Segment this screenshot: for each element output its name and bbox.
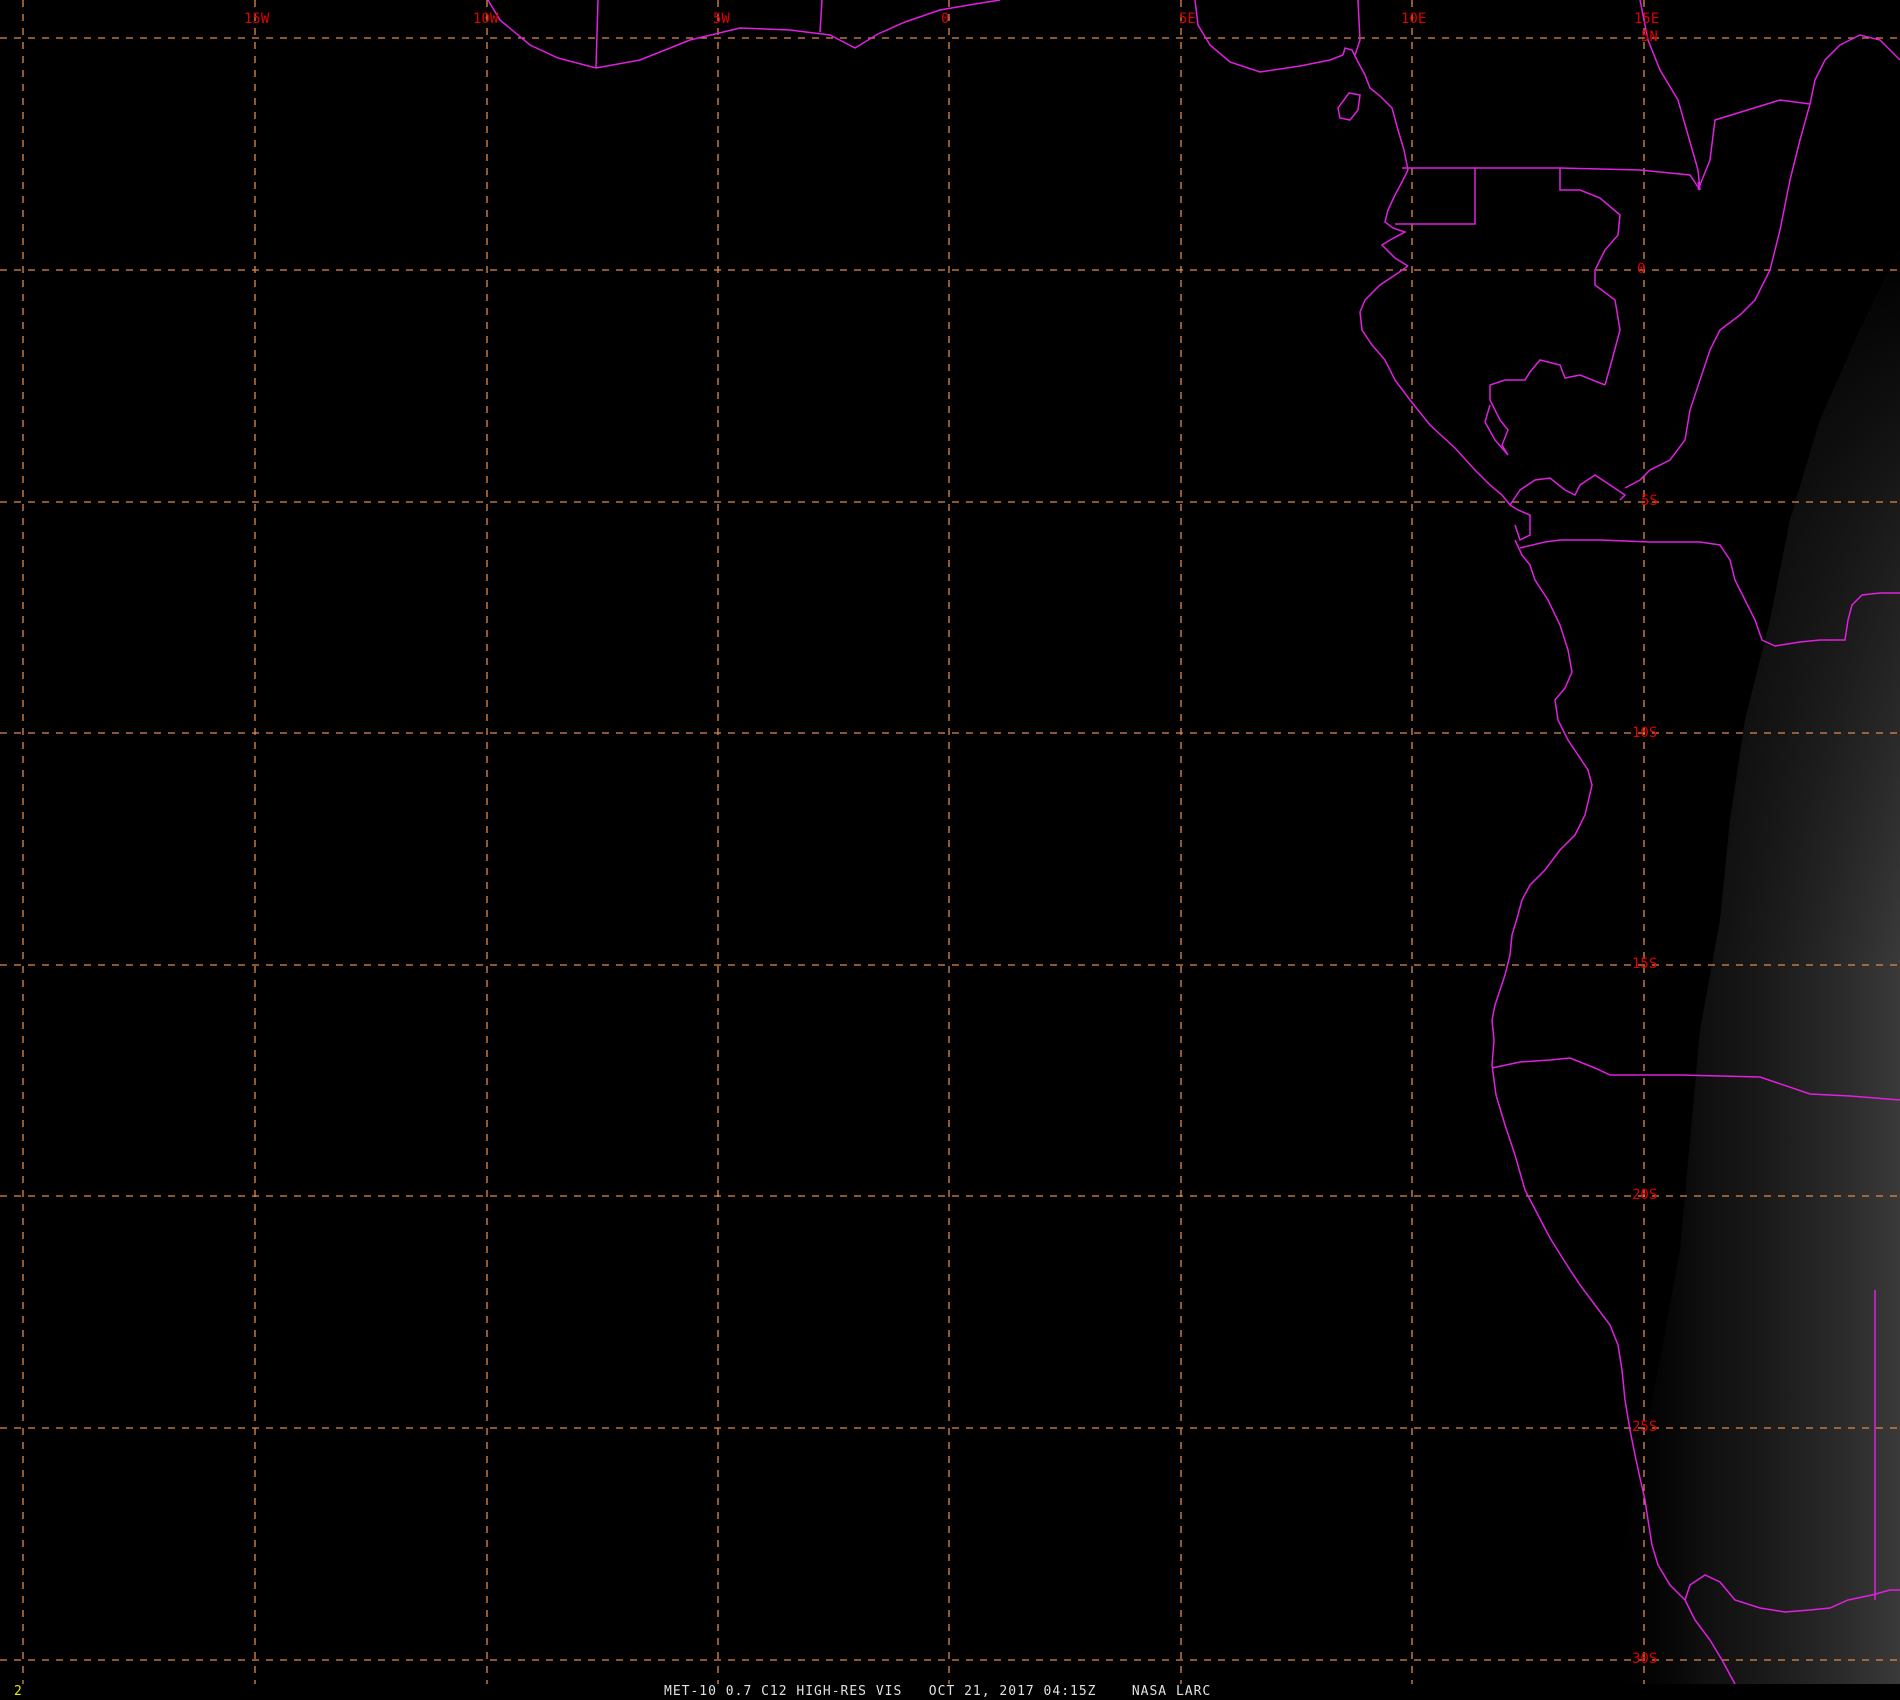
lon-label-5w: 5W xyxy=(713,11,730,27)
lon-label-10e: 10E xyxy=(1401,11,1426,27)
lat-label-0: 0 xyxy=(1637,261,1645,277)
lat-label-15s: 15S xyxy=(1632,956,1657,972)
lat-label-10s: 10S xyxy=(1632,725,1657,741)
lat-label-25s: 25S xyxy=(1632,1419,1657,1435)
frame-number: 2 xyxy=(14,1684,22,1699)
lat-label-5n: 5N xyxy=(1641,29,1658,45)
lat-label-5s: 5S xyxy=(1641,493,1658,509)
lon-label-5e: 5E xyxy=(1179,11,1196,27)
lat-label-20s: 20S xyxy=(1632,1187,1657,1203)
lat-label-30s: 30S xyxy=(1632,1651,1657,1667)
caption-bar: 2 MET-10 0.7 C12 HIGH-RES VIS OCT 21, 20… xyxy=(0,1684,1900,1700)
lon-label-15w: 15W xyxy=(244,11,270,27)
lon-label-10w: 10W xyxy=(473,11,499,27)
lon-label-15e: 15E xyxy=(1634,11,1659,27)
image-background xyxy=(0,0,1900,1684)
caption-text: MET-10 0.7 C12 HIGH-RES VIS OCT 21, 2017… xyxy=(664,1684,1212,1699)
lon-label-0: 0 xyxy=(941,11,949,27)
satellite-map: 15W 10W 5W 0 5E 10E 15E 5N 0 5S 10S 15S … xyxy=(0,0,1900,1684)
